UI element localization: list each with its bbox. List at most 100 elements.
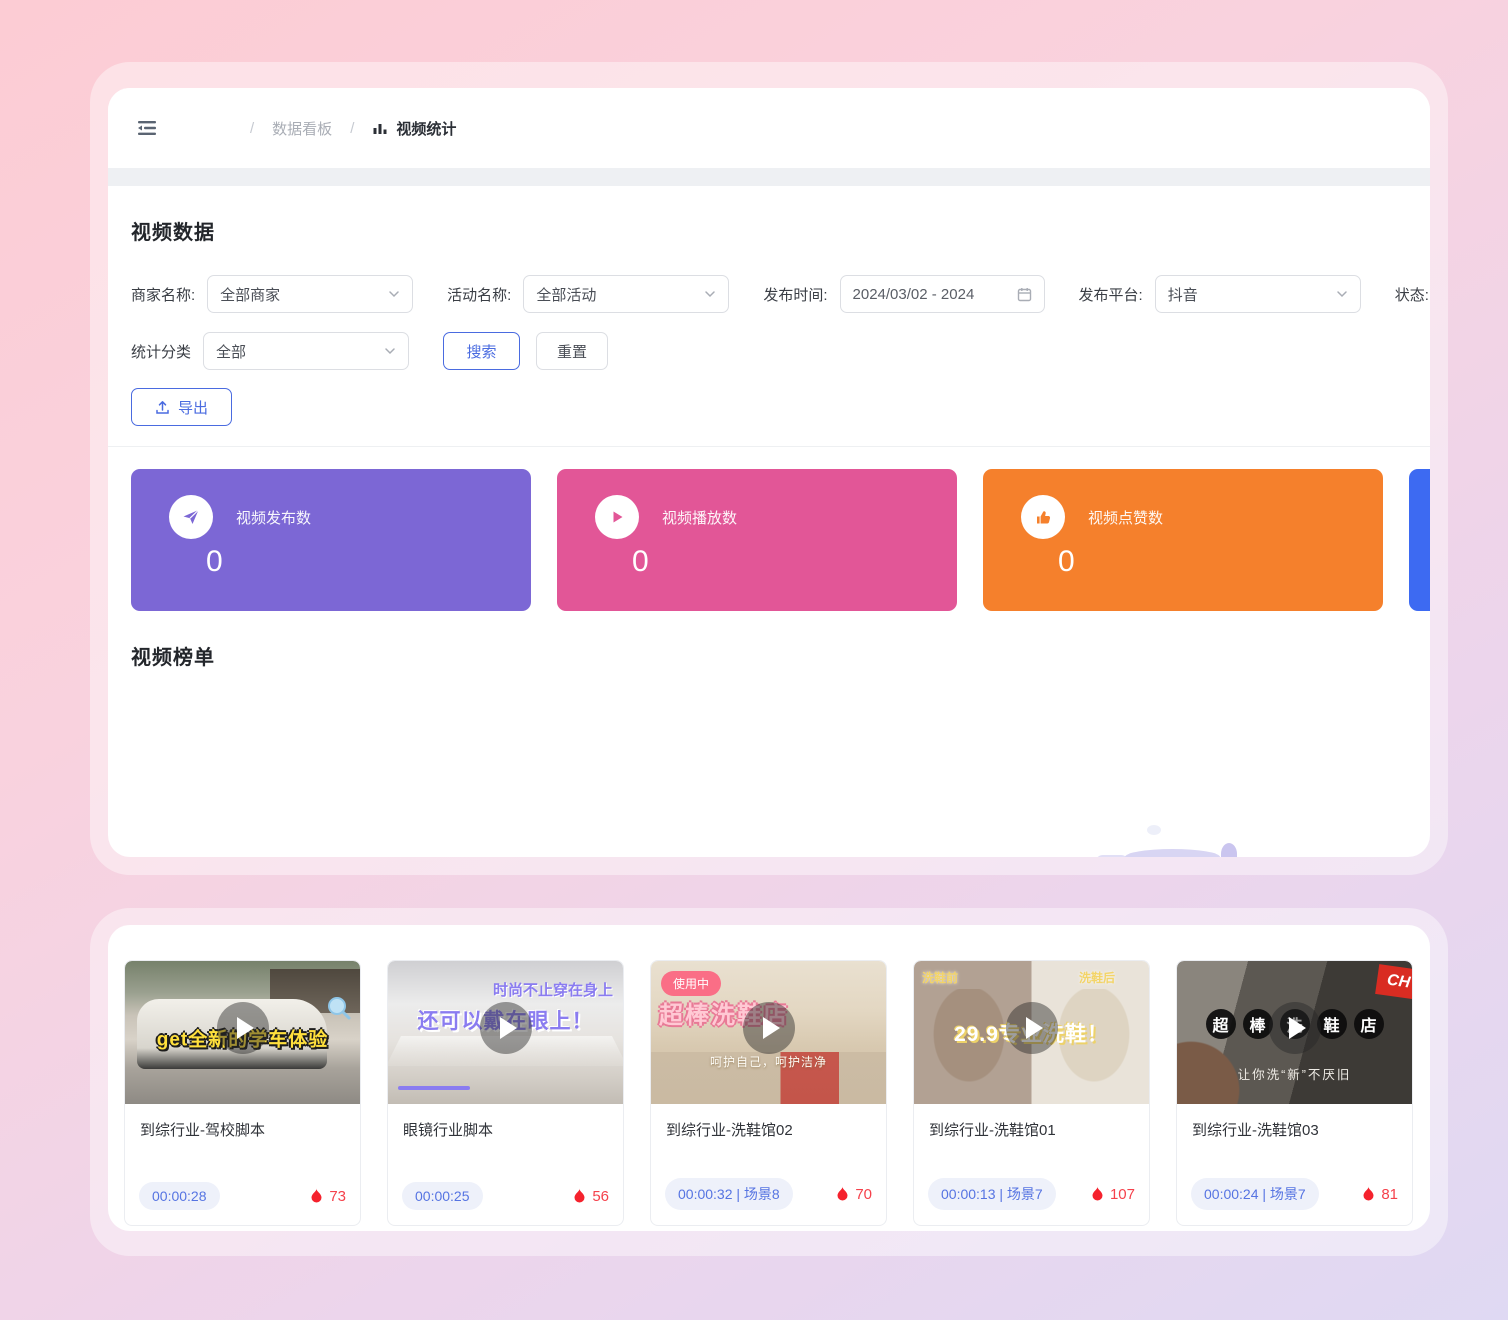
filter-platform: 发布平台: 抖音 (1079, 275, 1361, 313)
flame-icon (836, 1186, 849, 1202)
breadcrumb-current-label: 视频统计 (396, 118, 456, 139)
app-header: / 数据看板 / 视频统计 (108, 88, 1430, 168)
stat-value: 0 (632, 545, 957, 579)
flame-icon (310, 1188, 323, 1204)
category-label: 统计分类 (131, 341, 191, 362)
video-footer: 00:00:24 | 场景7 81 (1177, 1178, 1412, 1225)
chevron-down-icon (1336, 288, 1348, 300)
video-title: 到综行业-驾校脚本 (125, 1104, 360, 1140)
header-divider-strip (108, 168, 1430, 186)
stat-card-play: 视频播放数 0 (557, 469, 957, 611)
mascot-watermark (1095, 837, 1245, 857)
likes-value: 107 (1110, 1186, 1135, 1203)
page-title: 视频数据 (131, 216, 1407, 245)
stat-label: 视频发布数 (236, 507, 311, 528)
stat-value: 0 (206, 545, 531, 579)
play-button-icon[interactable] (743, 1002, 795, 1054)
reset-button[interactable]: 重置 (536, 332, 608, 370)
chevron-down-icon (384, 345, 396, 357)
thumbnail-subcaption: 让你洗“新”不厌旧 (1177, 1064, 1412, 1083)
play-button-icon[interactable] (1006, 1002, 1058, 1054)
platform-select-value: 抖音 (1168, 284, 1198, 305)
likes-value: 73 (329, 1188, 346, 1205)
platform-select[interactable]: 抖音 (1155, 275, 1361, 313)
thumbnail-corner-text: CH (1375, 964, 1412, 1000)
likes-count: 73 (310, 1188, 346, 1205)
filter-row-1: 商家名称: 全部商家 活动名称: 全部活动 发布时间: 2024/03/02 -… (131, 275, 1407, 313)
play-button-icon[interactable] (1269, 1002, 1321, 1054)
stat-card-publish: 视频发布数 0 (131, 469, 531, 611)
video-card-row: get全新的学车体验 到综行业-驾校脚本 00:00:28 73 时尚不止穿在身… (108, 925, 1430, 1226)
filter-activity: 活动名称: 全部活动 (447, 275, 729, 313)
publish-time-label: 发布时间: (763, 284, 827, 305)
likes-count: 70 (836, 1186, 872, 1203)
magnifier-icon (326, 995, 352, 1021)
likes-value: 81 (1381, 1186, 1398, 1203)
date-range-input[interactable]: 2024/03/02 - 2024 (840, 275, 1045, 313)
video-title: 到综行业-洗鞋馆02 (651, 1104, 886, 1140)
stat-card-like: 视频点赞数 0 (983, 469, 1383, 611)
video-card[interactable]: CH 超 棒 洗 鞋 店 让你洗“新”不厌旧 到综行业-洗鞋馆03 00:00:… (1176, 960, 1413, 1226)
video-thumbnail[interactable]: 使用中 超棒洗鞋店 呵护自己，呵护洁净 (651, 961, 886, 1104)
ranking-title: 视频榜单 (131, 641, 1407, 670)
duration-badge: 00:00:24 | 场景7 (1191, 1178, 1319, 1210)
export-button[interactable]: 导出 (131, 388, 232, 426)
duration-badge: 00:00:13 | 场景7 (928, 1178, 1056, 1210)
video-thumbnail[interactable]: CH 超 棒 洗 鞋 店 让你洗“新”不厌旧 (1177, 961, 1412, 1104)
send-icon (169, 495, 213, 539)
category-select[interactable]: 全部 (203, 332, 409, 370)
breadcrumb: / 数据看板 / 视频统计 (232, 118, 456, 139)
play-button-icon[interactable] (480, 1002, 532, 1054)
status-label: 状态: (1395, 284, 1429, 305)
activity-select[interactable]: 全部活动 (523, 275, 729, 313)
play-icon (595, 495, 639, 539)
breadcrumb-parent-link[interactable]: 数据看板 (272, 118, 332, 139)
flame-icon (1362, 1186, 1375, 1202)
category-select-value: 全部 (216, 341, 246, 362)
filter-publish-time: 发布时间: 2024/03/02 - 2024 (763, 275, 1044, 313)
stat-label: 视频点赞数 (1088, 507, 1163, 528)
video-card[interactable]: get全新的学车体验 到综行业-驾校脚本 00:00:28 73 (124, 960, 361, 1226)
duration-badge: 00:00:32 | 场景8 (665, 1178, 793, 1210)
stat-card-clipped (1409, 469, 1430, 611)
likes-value: 56 (592, 1188, 609, 1205)
video-card[interactable]: 洗鞋前 洗鞋后 29.9专业洗鞋！ 到综行业-洗鞋馆01 00:00:13 | … (913, 960, 1150, 1226)
merchant-select-value: 全部商家 (220, 284, 280, 305)
video-card[interactable]: 时尚不止穿在身上 还可以戴在眼上！ 眼镜行业脚本 00:00:25 56 (387, 960, 624, 1226)
likes-count: 81 (1362, 1186, 1398, 1203)
filter-status: 状态: (1395, 275, 1430, 313)
chevron-down-icon (388, 288, 400, 300)
video-thumbnail[interactable]: 洗鞋前 洗鞋后 29.9专业洗鞋！ (914, 961, 1149, 1104)
bar-chart-icon (372, 120, 388, 136)
video-footer: 00:00:32 | 场景8 70 (651, 1178, 886, 1225)
video-title: 到综行业-洗鞋馆01 (914, 1104, 1149, 1140)
likes-count: 56 (573, 1188, 609, 1205)
stats-row: 视频发布数 0 视频播放数 0 视频点赞数 (131, 469, 1407, 611)
stat-label: 视频播放数 (662, 507, 737, 528)
date-range-value: 2024/03/02 - 2024 (853, 286, 975, 303)
breadcrumb-separator: / (350, 120, 354, 137)
video-list-panel: get全新的学车体验 到综行业-驾校脚本 00:00:28 73 时尚不止穿在身… (108, 925, 1430, 1231)
platform-label: 发布平台: (1079, 284, 1143, 305)
play-button-icon[interactable] (217, 1002, 269, 1054)
activity-label: 活动名称: (447, 284, 511, 305)
filter-category: 统计分类 全部 (131, 332, 409, 370)
export-button-label: 导出 (178, 397, 208, 418)
filter-row-2: 统计分类 全部 搜索 重置 (131, 332, 1407, 370)
menu-collapse-icon[interactable] (134, 115, 160, 141)
duration-badge: 00:00:25 (402, 1182, 483, 1210)
dashboard-panel: / 数据看板 / 视频统计 视频数据 商家名称: 全部商家 (108, 88, 1430, 857)
filter-merchant: 商家名称: 全部商家 (131, 275, 413, 313)
video-title: 到综行业-洗鞋馆03 (1177, 1104, 1412, 1140)
merchant-select[interactable]: 全部商家 (207, 275, 413, 313)
duration-badge: 00:00:28 (139, 1182, 220, 1210)
thumbs-up-icon (1021, 495, 1065, 539)
video-thumbnail[interactable]: 时尚不止穿在身上 还可以戴在眼上！ (388, 961, 623, 1104)
stat-value: 0 (1058, 545, 1383, 579)
before-label: 洗鞋前 (922, 969, 958, 986)
search-button[interactable]: 搜索 (443, 332, 520, 370)
video-thumbnail[interactable]: get全新的学车体验 (125, 961, 360, 1104)
flame-icon (573, 1188, 586, 1204)
video-card[interactable]: 使用中 超棒洗鞋店 呵护自己，呵护洁净 到综行业-洗鞋馆02 00:00:32 … (650, 960, 887, 1226)
merchant-label: 商家名称: (131, 284, 195, 305)
